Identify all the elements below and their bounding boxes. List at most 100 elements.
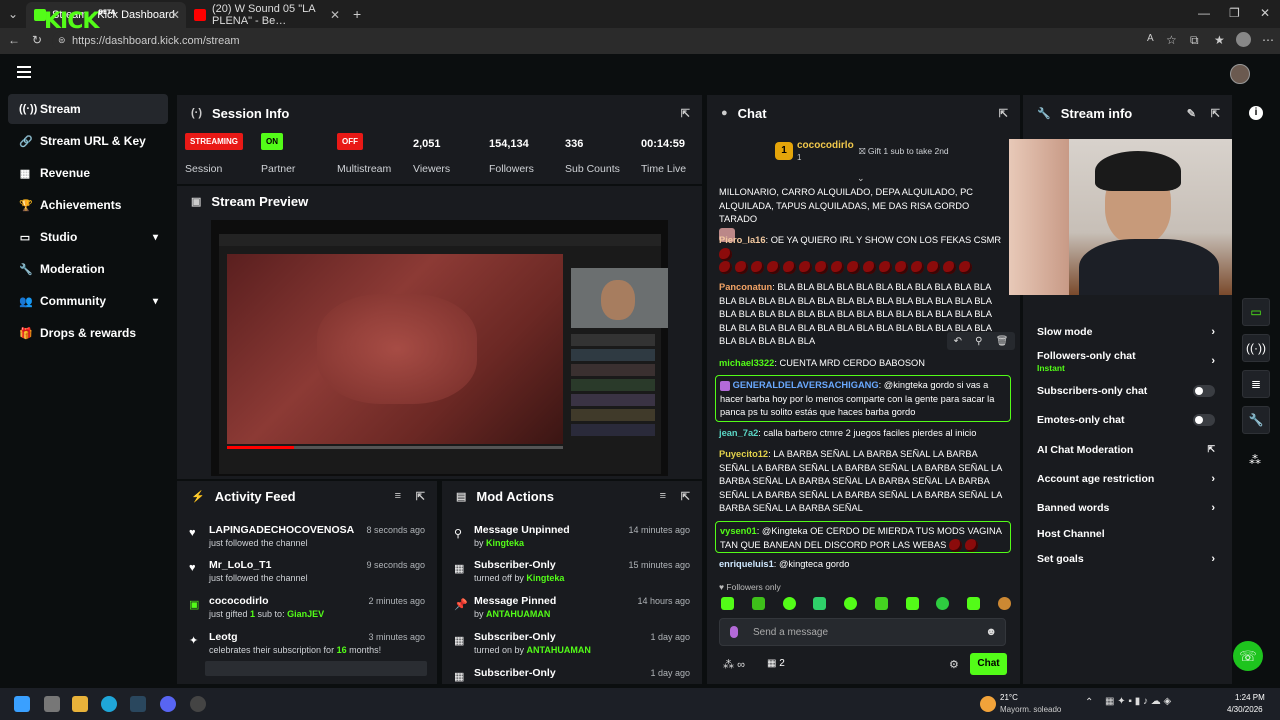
sidebar-item-drops-rewards[interactable]: 🎁 Drops & rewards [8,318,168,348]
tray-chevron-icon[interactable]: ⌃ [1085,697,1093,708]
pin-icon[interactable]: ⚲ [975,336,982,347]
reply-icon[interactable]: ↶ [954,336,962,347]
sidebar-item-stream[interactable]: ((·)) Stream [8,94,168,124]
chat-bubble-icon: ● [721,107,728,119]
host-channel-setting[interactable]: Host Channel [1037,528,1215,540]
banned-words-setting[interactable]: Banned words › [1037,502,1215,514]
close-tab-icon[interactable]: ✕ [330,8,340,22]
menu-icon[interactable] [17,66,31,81]
chat-input[interactable]: Send a message ☻ [719,618,1006,646]
chat-message: michael3322: CUENTA MRD CERDO BABOSON [719,358,925,368]
preview-screen [219,234,668,474]
top-gifter-name[interactable]: cococodirlo [797,140,854,151]
reload-icon[interactable]: ↻ [32,33,42,47]
file-explorer-icon[interactable] [72,696,88,712]
favorite-icon[interactable]: ☆ [1166,33,1177,47]
sidebar-item-studio[interactable]: ▭ Studio ▾ [8,222,168,252]
emote-icon[interactable] [905,597,919,610]
tab-youtube[interactable]: (20) W Sound 05 "LA PLENA" - Be… ✕ [186,2,346,28]
broadcast-icon[interactable]: ((·)) [1242,334,1270,362]
emote-icon[interactable] [813,597,827,610]
subscribers-only-toggle[interactable] [1193,385,1215,397]
sidebar-item-community[interactable]: 👥 Community ▾ [8,286,168,316]
emotes-only-toggle[interactable] [1193,414,1215,426]
sidebar-item-label: Community [40,294,106,308]
sidebar-item-label: Studio [40,230,78,244]
more-icon[interactable]: ⋯ [1262,33,1274,47]
broadcast-icon: ((·)) [19,103,38,115]
followers-only-setting[interactable]: Followers-only chat Instant › [1037,350,1215,373]
slow-mode-setting[interactable]: Slow mode › [1037,326,1215,338]
tab-menu-icon[interactable]: ⌄ [8,7,18,21]
webcam-mini [571,268,668,328]
gift-hint[interactable]: ⛝ Gift 1 sub to take 2nd [859,146,949,157]
chevron-right-icon: › [1211,502,1215,514]
edit-icon[interactable]: ✎ [1187,107,1196,120]
close-tab-icon[interactable]: ✕ [170,8,180,22]
new-tab-icon[interactable]: + [353,6,361,22]
emote-icon[interactable] [844,597,858,610]
preview-icon: ▣ [191,195,202,208]
sidebar-item-moderation[interactable]: 🔧 Moderation [8,254,168,284]
profile-icon[interactable] [1236,32,1251,47]
task-view-icon[interactable] [44,696,60,712]
popout-icon[interactable]: ⇱ [999,107,1008,120]
emote-icon[interactable] [997,597,1011,610]
pin-toggle-icon[interactable]: ⌄ [857,173,865,184]
start-icon[interactable] [14,696,30,712]
steam-icon[interactable] [130,696,146,712]
weather-temp: 21°C [1000,693,1018,702]
emote-icon[interactable] [721,597,734,610]
send-chat-button[interactable]: Chat [970,653,1007,675]
emote-icon[interactable] [751,597,765,610]
popout-icon[interactable]: ⇱ [681,490,690,503]
weather-desc: Mayorm. soleado [1000,705,1062,714]
emote-icon[interactable] [967,597,981,610]
sidebar-item-achievements[interactable]: 🏆 Achievements [8,190,168,220]
obs-icon[interactable] [190,696,206,712]
user-avatar[interactable] [1230,64,1250,84]
queue-icon[interactable]: ≣ [1242,370,1270,398]
minimize-icon[interactable]: — [1198,6,1210,20]
emote-icon[interactable] [874,597,888,610]
info-icon[interactable]: i [1249,106,1263,120]
support-chat-icon[interactable]: ☏ [1233,641,1263,671]
ai-moderation-setting[interactable]: AI Chat Moderation ⇱ [1037,444,1215,456]
read-aloud-icon[interactable]: A [1147,33,1154,44]
collections-icon[interactable]: ★ [1214,33,1225,47]
sub-badge-icon [720,380,730,391]
sidebar-item-label: Drops & rewards [40,326,137,340]
filter-icon[interactable]: ≡ [660,490,666,502]
users-icon[interactable]: ⁂ [1249,453,1261,467]
site-info-icon[interactable]: ⊜ [58,35,66,46]
popout-icon[interactable]: ⇱ [416,490,425,503]
wrench-icon[interactable]: 🔧 [1242,406,1270,434]
window-close-icon[interactable]: ✕ [1260,6,1270,20]
account-age-setting[interactable]: Account age restriction › [1037,473,1215,485]
delete-icon[interactable]: 🗑 [996,336,1009,347]
url-input[interactable]: https://dashboard.kick.com/stream [52,31,1172,51]
kick-logo[interactable]: KICKBETA [44,9,115,34]
extensions-icon[interactable]: ⧉ [1190,33,1199,48]
subscribers-only-setting[interactable]: Subscribers-only chat [1037,385,1215,397]
emote-icon[interactable] [936,597,950,610]
chat-users-icon[interactable]: ⁂ ∞ [723,658,745,671]
chat-bubble-icon[interactable]: ▭ [1242,298,1270,326]
back-icon[interactable]: ← [8,33,20,47]
discord-icon[interactable] [160,696,176,712]
activity-feed-panel: ⚡ Activity Feed ≡ ⇱ ♥ LAPINGADECHOCOVENO… [177,481,437,684]
settings-icon[interactable]: ⚙ [949,658,959,671]
sidebar-item-revenue[interactable]: ▦ Revenue [8,158,168,188]
popout-icon[interactable]: ⇱ [681,107,690,120]
filter-icon[interactable]: ≡ [395,490,401,502]
edge-icon[interactable] [101,696,117,712]
heart-icon: ♥ [189,527,196,539]
sidebar-item-stream-url-key[interactable]: 🔗 Stream URL & Key [8,126,168,156]
emotes-only-setting[interactable]: Emotes-only chat [1037,414,1215,426]
emote-icon[interactable] [782,597,796,610]
emoji-icon[interactable]: ☻ [985,626,997,638]
maximize-icon[interactable]: ❐ [1229,6,1240,20]
popout-icon[interactable]: ⇱ [1211,107,1220,120]
set-goals-setting[interactable]: Set goals › [1037,553,1215,565]
stream-preview-video[interactable] [211,220,668,476]
